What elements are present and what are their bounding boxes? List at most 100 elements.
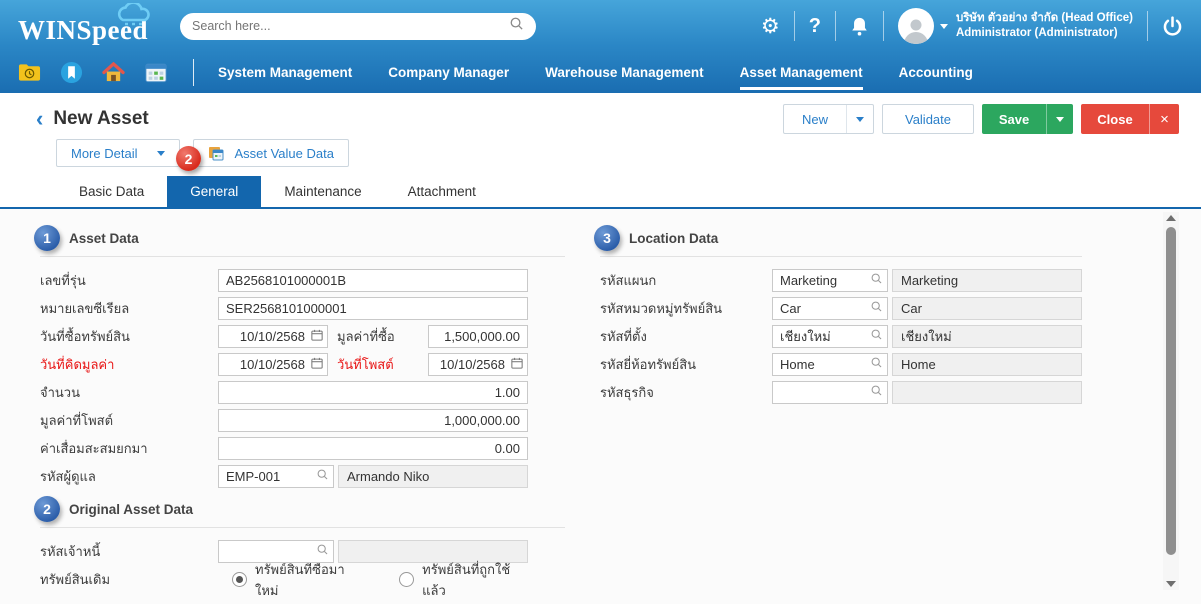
purchase-date-input[interactable]: [218, 325, 328, 348]
section-asset-data-header: 1 Asset Data: [40, 225, 565, 257]
row-asset-category: รหัสหมวดหมู่ทรัพย์สิน Car: [600, 297, 1082, 320]
row-quantity: จำนวน: [40, 381, 565, 404]
row-model-no: เลขที่รุ่น: [40, 269, 565, 292]
purchase-value-input[interactable]: [428, 325, 528, 348]
nav-company-manager[interactable]: Company Manager: [388, 52, 509, 93]
badge-2: 2: [34, 496, 60, 522]
model-no-label: เลขที่รุ่น: [40, 270, 218, 291]
row-purchase-date: วันที่ซื้อทรัพย์สิน มูลค่าที่ซื้อ: [40, 325, 565, 348]
row-posted-value: มูลค่าที่โพสต์: [40, 409, 565, 432]
search-box[interactable]: [180, 13, 536, 40]
value-date-input[interactable]: [218, 353, 328, 376]
asset-category-label: รหัสหมวดหมู่ทรัพย์สิน: [600, 298, 772, 319]
business-name-field: [892, 381, 1082, 404]
location-label: รหัสที่ตั้ง: [600, 326, 772, 347]
search-icon[interactable]: [509, 16, 524, 36]
radio-used-asset[interactable]: ทรัพย์สินที่ถูกใช้แล้ว: [399, 559, 521, 601]
validate-button[interactable]: Validate: [882, 104, 974, 134]
more-detail-button[interactable]: More Detail: [56, 139, 180, 167]
asset-value-data-icon: [208, 146, 224, 161]
nav-accounting[interactable]: Accounting: [899, 52, 973, 93]
calendar-icon[interactable]: [144, 61, 167, 84]
serial-no-label: หมายเลขซีเรียล: [40, 298, 218, 319]
new-button-label[interactable]: New: [784, 105, 846, 133]
help-icon[interactable]: ?: [809, 15, 821, 38]
quantity-input[interactable]: [218, 381, 528, 404]
asset-category-name-field: Car: [892, 297, 1082, 320]
tab-basic-data[interactable]: Basic Data: [56, 176, 167, 207]
row-original-condition: ทรัพย์สินเดิม ทรัพย์สินที่ซื้อมาใหม่ ทรั…: [40, 568, 565, 591]
power-icon[interactable]: [1162, 16, 1183, 37]
folder-icon[interactable]: [18, 61, 41, 84]
radio-unselected-icon[interactable]: [399, 572, 414, 587]
home-icon[interactable]: [102, 61, 125, 84]
tab-maintenance[interactable]: Maintenance: [261, 176, 384, 207]
app-header: WINSpeed ⚙ ?: [0, 0, 1201, 93]
tab-attachment[interactable]: Attachment: [385, 176, 499, 207]
avatar[interactable]: [898, 8, 934, 44]
save-dropdown-button[interactable]: [1047, 104, 1073, 134]
department-name-field: Marketing: [892, 269, 1082, 292]
nav-asset-management[interactable]: Asset Management: [740, 52, 863, 93]
nav-system-management[interactable]: System Management: [218, 52, 352, 93]
search-input[interactable]: [192, 19, 509, 33]
caretaker-code-input[interactable]: [218, 465, 334, 488]
back-icon[interactable]: ‹: [36, 108, 43, 130]
asset-value-data-label: Asset Value Data: [234, 146, 333, 161]
close-x-icon[interactable]: ×: [1150, 104, 1179, 134]
tab-strip: Basic Data General Maintenance Attachmen…: [0, 176, 1201, 209]
model-no-input[interactable]: [218, 269, 528, 292]
user-company: บริษัท ตัวอย่าง จำกัด (Head Office): [956, 11, 1133, 26]
radio-new-asset[interactable]: ทรัพย์สินที่ซื้อมาใหม่: [232, 559, 355, 601]
serial-no-input[interactable]: [218, 297, 528, 320]
app-logo: WINSpeed: [18, 7, 148, 46]
chevron-down-icon: [940, 24, 948, 29]
user-menu[interactable]: [898, 8, 948, 44]
asset-value-data-button[interactable]: Asset Value Data: [193, 139, 348, 167]
post-date-input[interactable]: [428, 353, 528, 376]
department-label: รหัสแผนก: [600, 270, 772, 291]
save-button[interactable]: Save: [982, 104, 1073, 134]
save-button-label[interactable]: Save: [982, 104, 1046, 134]
divider: [193, 59, 194, 86]
accum-depreciation-input[interactable]: [218, 437, 528, 460]
nav-warehouse-management[interactable]: Warehouse Management: [545, 52, 704, 93]
validate-button-label[interactable]: Validate: [883, 105, 973, 133]
close-button-label[interactable]: Close: [1081, 104, 1149, 134]
action-buttons: New Validate Save Close ×: [783, 104, 1179, 134]
row-serial-no: หมายเลขซีเรียล: [40, 297, 565, 320]
new-dropdown-button[interactable]: [846, 105, 873, 133]
scroll-up-arrow-icon[interactable]: [1166, 215, 1176, 221]
business-label: รหัสธุรกิจ: [600, 382, 772, 403]
row-value-date: วันที่คิดมูลค่า วันที่โพสต์: [40, 353, 565, 376]
row-caretaker: รหัสผู้ดูแล Armando Niko: [40, 465, 565, 488]
quantity-label: จำนวน: [40, 382, 218, 403]
gear-icon[interactable]: ⚙: [761, 14, 780, 39]
department-code-input[interactable]: [772, 269, 888, 292]
bookmark-icon[interactable]: [60, 61, 83, 84]
user-info: บริษัท ตัวอย่าง จำกัด (Head Office) Admi…: [956, 11, 1133, 41]
brand-code-input[interactable]: [772, 353, 888, 376]
new-button[interactable]: New: [783, 104, 874, 134]
vertical-scrollbar[interactable]: [1163, 212, 1179, 590]
tab-general[interactable]: General: [167, 176, 261, 207]
creditor-code-input[interactable]: [218, 540, 334, 563]
radio-selected-icon[interactable]: [232, 572, 247, 587]
close-button[interactable]: Close ×: [1081, 104, 1179, 134]
divider: [794, 11, 795, 41]
posted-value-input[interactable]: [218, 409, 528, 432]
location-code-input[interactable]: [772, 325, 888, 348]
caretaker-label: รหัสผู้ดูแล: [40, 466, 218, 487]
badge-1: 1: [34, 225, 60, 251]
bell-icon[interactable]: [850, 16, 869, 36]
accum-depreciation-label: ค่าเสื่อมสะสมยกมา: [40, 438, 218, 459]
section-original-asset-title: Original Asset Data: [69, 502, 193, 517]
asset-category-code-input[interactable]: [772, 297, 888, 320]
scrollbar-thumb[interactable]: [1166, 227, 1176, 555]
brand-name-field: Home: [892, 353, 1082, 376]
business-code-input[interactable]: [772, 381, 888, 404]
purchase-date-label: วันที่ซื้อทรัพย์สิน: [40, 326, 218, 347]
scroll-down-arrow-icon[interactable]: [1166, 581, 1176, 587]
callout-badge-2: 2: [176, 146, 201, 171]
posted-value-label: มูลค่าที่โพสต์: [40, 410, 218, 431]
